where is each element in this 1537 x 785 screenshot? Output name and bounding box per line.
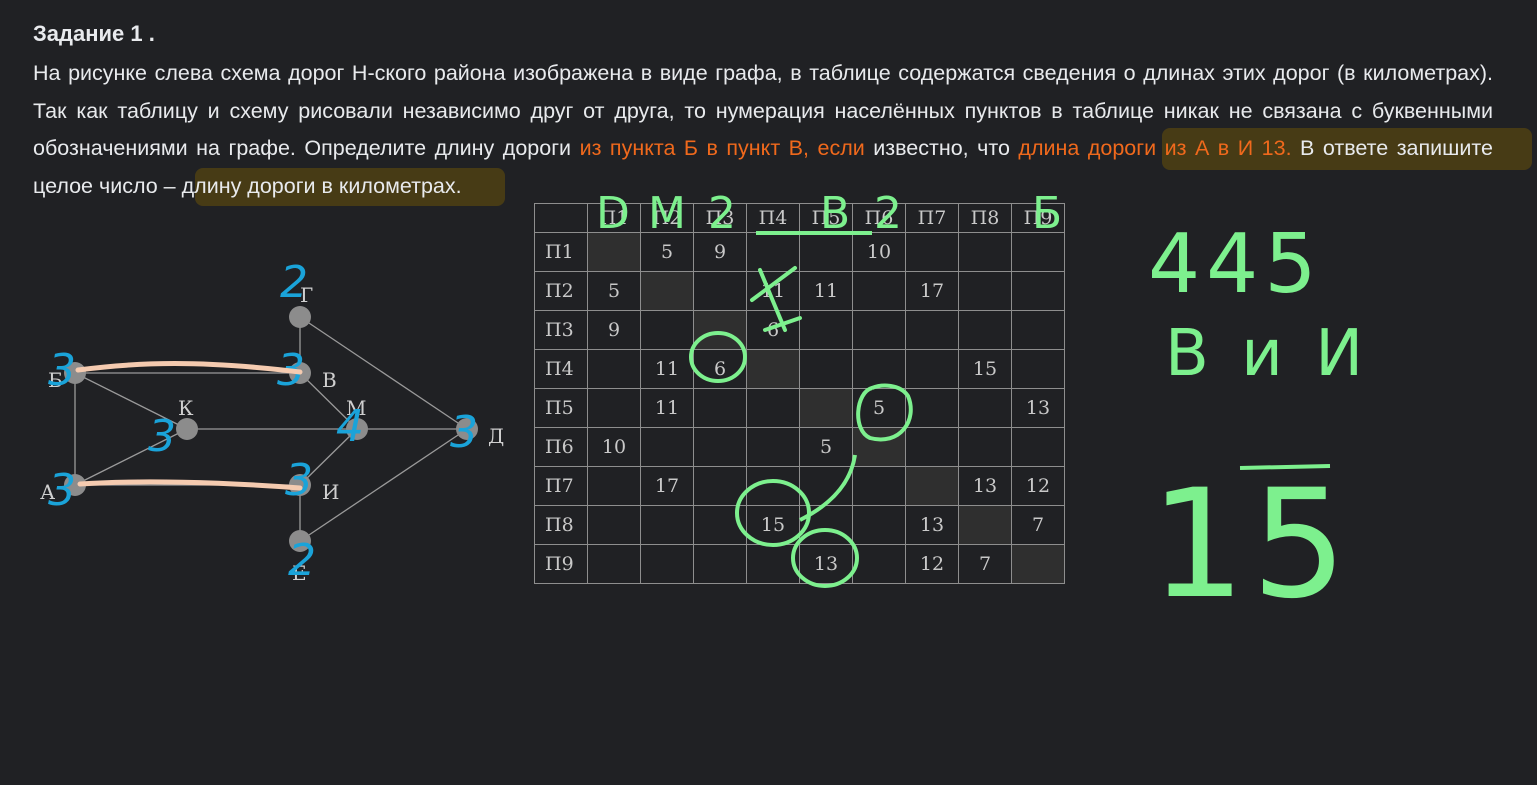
ink-cross <box>750 266 802 332</box>
ink-letters: В и И <box>1165 317 1369 391</box>
ink-circle-5 <box>856 383 913 442</box>
ink-circle-6 <box>689 331 747 383</box>
ink-stroke-А-И <box>77 479 303 491</box>
col-degree-mark: Б <box>1032 188 1062 239</box>
col-degree-mark: 2 <box>708 188 736 239</box>
col-degree-mark: B <box>820 188 850 239</box>
handwriting-layer: D M 2 B 2 Б445В и И15 <box>75 188 1369 632</box>
ink-circle-15 <box>735 479 811 547</box>
col-degree-mark: M <box>648 188 686 239</box>
ink-circle-13 <box>791 528 859 588</box>
col-degree-mark: D <box>596 188 630 239</box>
ink-answer: 15 <box>1150 458 1353 632</box>
col-degree-mark: 2 <box>874 188 902 239</box>
ink-stroke-Б-В <box>75 361 303 375</box>
ink-number-445: 445 <box>1148 217 1323 312</box>
